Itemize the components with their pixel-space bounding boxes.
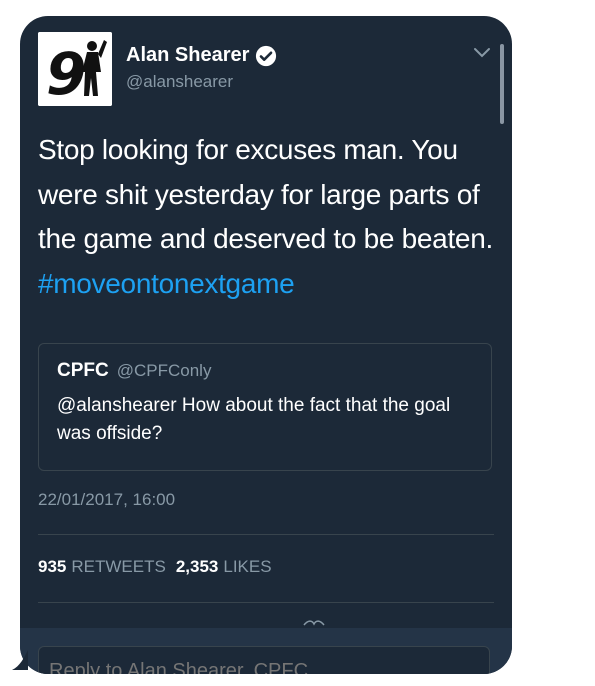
reply-input[interactable] — [38, 646, 490, 674]
verified-badge-icon — [256, 45, 277, 66]
tweet-text: Stop looking for excuses man. You were s… — [38, 128, 496, 306]
divider — [38, 602, 494, 603]
chat-bubble-tail — [12, 650, 28, 670]
avatar-logo: 9 — [38, 32, 112, 106]
divider — [38, 534, 494, 535]
chevron-down-icon[interactable] — [472, 46, 492, 60]
retweets-count[interactable]: 935 — [38, 557, 66, 577]
engagement-stats: 935 RETWEETS 2,353 LIKES — [38, 557, 282, 577]
tweet-timestamp: 22/01/2017, 16:00 — [38, 490, 176, 509]
likes-label[interactable]: LIKES — [223, 557, 271, 577]
quoted-author-handle: @CPFConly — [116, 361, 212, 380]
hashtag-link[interactable]: #moveontonextgame — [38, 268, 295, 299]
more-actions-icon[interactable] — [302, 620, 326, 626]
author-name-row: Alan Shearer — [126, 44, 277, 67]
quoted-tweet[interactable]: CPFC @CPFConly @alanshearer How about th… — [38, 343, 492, 471]
quoted-tweet-text: @alanshearer How about the fact that the… — [57, 395, 451, 444]
tweet-body: Stop looking for excuses man. You were s… — [38, 134, 493, 254]
avatar[interactable]: 9 — [38, 32, 112, 106]
scrollbar[interactable] — [500, 44, 504, 124]
author-handle[interactable]: @alanshearer — [126, 72, 233, 92]
quoted-tweet-header: CPFC @CPFConly — [57, 360, 211, 382]
tweet-detail-screen: 9 Alan Shearer @alanshearer Stop looking… — [20, 16, 512, 674]
author-name[interactable]: Alan Shearer — [126, 44, 249, 67]
likes-count[interactable]: 2,353 — [176, 557, 219, 577]
tweet-header: 9 Alan Shearer @alanshearer — [38, 26, 492, 110]
quoted-author-name: CPFC — [57, 360, 109, 381]
avatar-number: 9 — [46, 40, 86, 106]
retweets-label[interactable]: RETWEETS — [71, 557, 165, 577]
